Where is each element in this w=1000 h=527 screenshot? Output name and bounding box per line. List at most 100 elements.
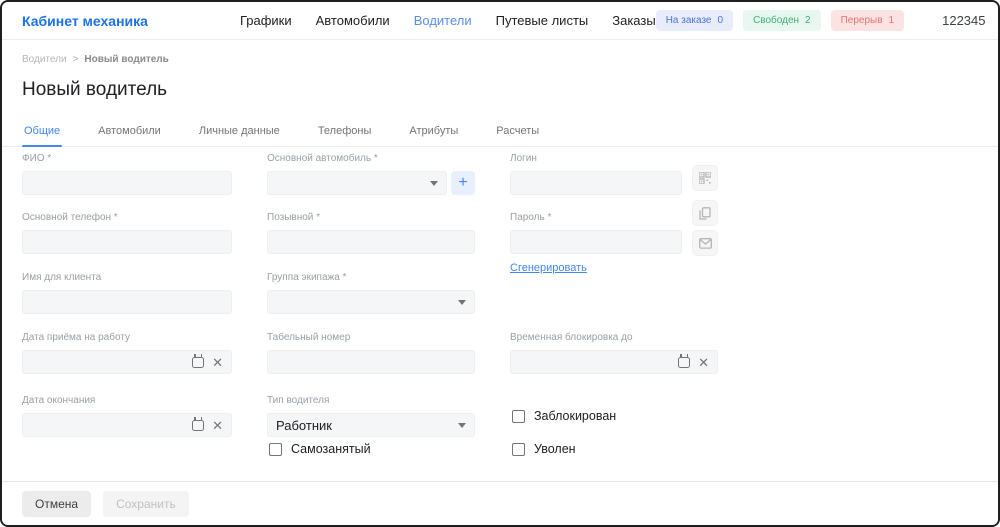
badge-break-label: Перерыв bbox=[841, 15, 883, 26]
main-nav: Графики Автомобили Водители Путевые лист… bbox=[240, 13, 656, 28]
app-title[interactable]: Кабинет механика bbox=[22, 13, 148, 29]
page-title: Новый водитель bbox=[2, 65, 998, 101]
add-car-button[interactable]: + bbox=[451, 171, 475, 195]
field-callsign: Позывной * bbox=[267, 212, 475, 254]
badge-on-order-count: 0 bbox=[718, 15, 724, 26]
badge-free-count: 2 bbox=[805, 15, 811, 26]
field-client-name: Имя для клиента bbox=[22, 272, 232, 314]
driver-type-select[interactable]: Работник bbox=[267, 413, 475, 437]
user-id: 122345 bbox=[942, 13, 985, 28]
chevron-down-icon bbox=[430, 181, 438, 186]
main-car-label: Основной автомобиль * bbox=[267, 153, 475, 164]
badge-free-label: Свободен bbox=[753, 15, 799, 26]
fio-input[interactable] bbox=[22, 171, 232, 195]
personnel-number-label: Табельный номер bbox=[267, 332, 475, 343]
checkbox-icon bbox=[269, 443, 282, 456]
driver-type-value: Работник bbox=[276, 418, 450, 433]
field-main-car: Основной автомобиль * + bbox=[267, 153, 475, 195]
login-label: Логин bbox=[510, 153, 682, 164]
clear-icon[interactable]: ✕ bbox=[212, 356, 223, 369]
clear-icon[interactable]: ✕ bbox=[698, 356, 709, 369]
block-until-label: Временная блокировка до bbox=[510, 332, 718, 343]
field-fio: ФИО * bbox=[22, 153, 232, 195]
send-email-button[interactable] bbox=[692, 230, 718, 256]
copy-icon bbox=[699, 207, 711, 220]
badge-break-count: 1 bbox=[889, 15, 895, 26]
calendar-icon[interactable] bbox=[678, 357, 690, 368]
chevron-down-icon bbox=[458, 423, 466, 428]
breadcrumb-drivers[interactable]: Водители bbox=[22, 54, 67, 65]
breadcrumb-current: Новый водитель bbox=[84, 54, 168, 65]
tab-phones[interactable]: Телефоны bbox=[316, 117, 374, 146]
calendar-icon[interactable] bbox=[192, 357, 204, 368]
field-block-until: Временная блокировка до ✕ bbox=[510, 332, 718, 374]
password-input[interactable] bbox=[510, 230, 682, 254]
qr-code-icon bbox=[699, 172, 711, 184]
nav-item-drivers[interactable]: Водители bbox=[414, 13, 472, 28]
tab-attributes[interactable]: Атрибуты bbox=[407, 117, 460, 146]
tab-bar: Общие Автомобили Личные данные Телефоны … bbox=[2, 117, 998, 147]
app-window: Кабинет механика Графики Автомобили Води… bbox=[0, 0, 1000, 527]
hire-date-label: Дата приёма на работу bbox=[22, 332, 232, 343]
copy-button[interactable] bbox=[692, 200, 718, 226]
badge-free: Свободен 2 bbox=[743, 10, 821, 31]
badge-on-order: На заказе 0 bbox=[656, 10, 733, 31]
login-input[interactable] bbox=[510, 171, 682, 195]
field-crew-group: Группа экипажа * bbox=[267, 272, 475, 314]
main-content: Водители > Новый водитель Новый водитель… bbox=[2, 40, 998, 485]
hire-date-input[interactable] bbox=[31, 355, 184, 370]
checkbox-blocked[interactable]: Заблокирован bbox=[512, 409, 616, 423]
end-date-box: ✕ bbox=[22, 413, 232, 437]
envelope-icon bbox=[699, 238, 712, 249]
breadcrumb: Водители > Новый водитель bbox=[2, 40, 998, 65]
crew-group-select[interactable] bbox=[267, 290, 475, 314]
field-driver-type: Тип водителя Работник bbox=[267, 395, 475, 437]
password-label: Пароль * bbox=[510, 212, 682, 223]
nav-item-cars[interactable]: Автомобили bbox=[316, 13, 390, 28]
tab-cars[interactable]: Автомобили bbox=[96, 117, 163, 146]
client-name-input[interactable] bbox=[22, 290, 232, 314]
block-until-input[interactable] bbox=[519, 355, 670, 370]
form-footer: Отмена Сохранить bbox=[2, 481, 998, 525]
checkbox-icon bbox=[512, 410, 525, 423]
callsign-label: Позывной * bbox=[267, 212, 475, 223]
main-phone-input[interactable] bbox=[22, 230, 232, 254]
clear-icon[interactable]: ✕ bbox=[212, 419, 223, 432]
field-main-phone: Основной телефон * bbox=[22, 212, 232, 254]
main-car-select[interactable] bbox=[267, 171, 447, 195]
calendar-icon[interactable] bbox=[192, 420, 204, 431]
tab-calculations[interactable]: Расчеты bbox=[494, 117, 541, 146]
field-end-date: Дата окончания ✕ bbox=[22, 395, 232, 437]
end-date-label: Дата окончания bbox=[22, 395, 232, 406]
save-button[interactable]: Сохранить bbox=[103, 491, 189, 517]
nav-item-orders[interactable]: Заказы bbox=[612, 13, 655, 28]
nav-item-graphics[interactable]: Графики bbox=[240, 13, 292, 28]
self-employed-label: Самозанятый bbox=[291, 442, 371, 456]
fio-label: ФИО * bbox=[22, 153, 232, 164]
generate-password-link[interactable]: Сгенерировать bbox=[510, 262, 587, 274]
hire-date-box: ✕ bbox=[22, 350, 232, 374]
fired-label: Уволен bbox=[534, 442, 576, 456]
field-password: Пароль * bbox=[510, 212, 682, 254]
personnel-number-input[interactable] bbox=[267, 350, 475, 374]
tab-personal-data[interactable]: Личные данные bbox=[197, 117, 282, 146]
cancel-button[interactable]: Отмена bbox=[22, 491, 91, 517]
driver-form: ФИО * Основной автомобиль * + Логин bbox=[2, 147, 998, 490]
badge-break: Перерыв 1 bbox=[831, 10, 905, 31]
qr-code-button[interactable] bbox=[692, 165, 718, 191]
top-bar: Кабинет механика Графики Автомобили Води… bbox=[2, 2, 998, 40]
crew-group-label: Группа экипажа * bbox=[267, 272, 475, 283]
block-until-box: ✕ bbox=[510, 350, 718, 374]
checkbox-fired[interactable]: Уволен bbox=[512, 442, 576, 456]
chevron-down-icon bbox=[458, 300, 466, 305]
nav-item-waybills[interactable]: Путевые листы bbox=[496, 13, 589, 28]
breadcrumb-separator: > bbox=[73, 54, 79, 65]
field-login: Логин bbox=[510, 153, 682, 195]
end-date-input[interactable] bbox=[31, 418, 184, 433]
checkbox-self-employed[interactable]: Самозанятый bbox=[269, 442, 371, 456]
callsign-input[interactable] bbox=[267, 230, 475, 254]
field-hire-date: Дата приёма на работу ✕ bbox=[22, 332, 232, 374]
badge-on-order-label: На заказе bbox=[666, 15, 712, 26]
header-right: На заказе 0 Свободен 2 Перерыв 1 122345 bbox=[656, 6, 1000, 35]
tab-general[interactable]: Общие bbox=[22, 117, 62, 146]
